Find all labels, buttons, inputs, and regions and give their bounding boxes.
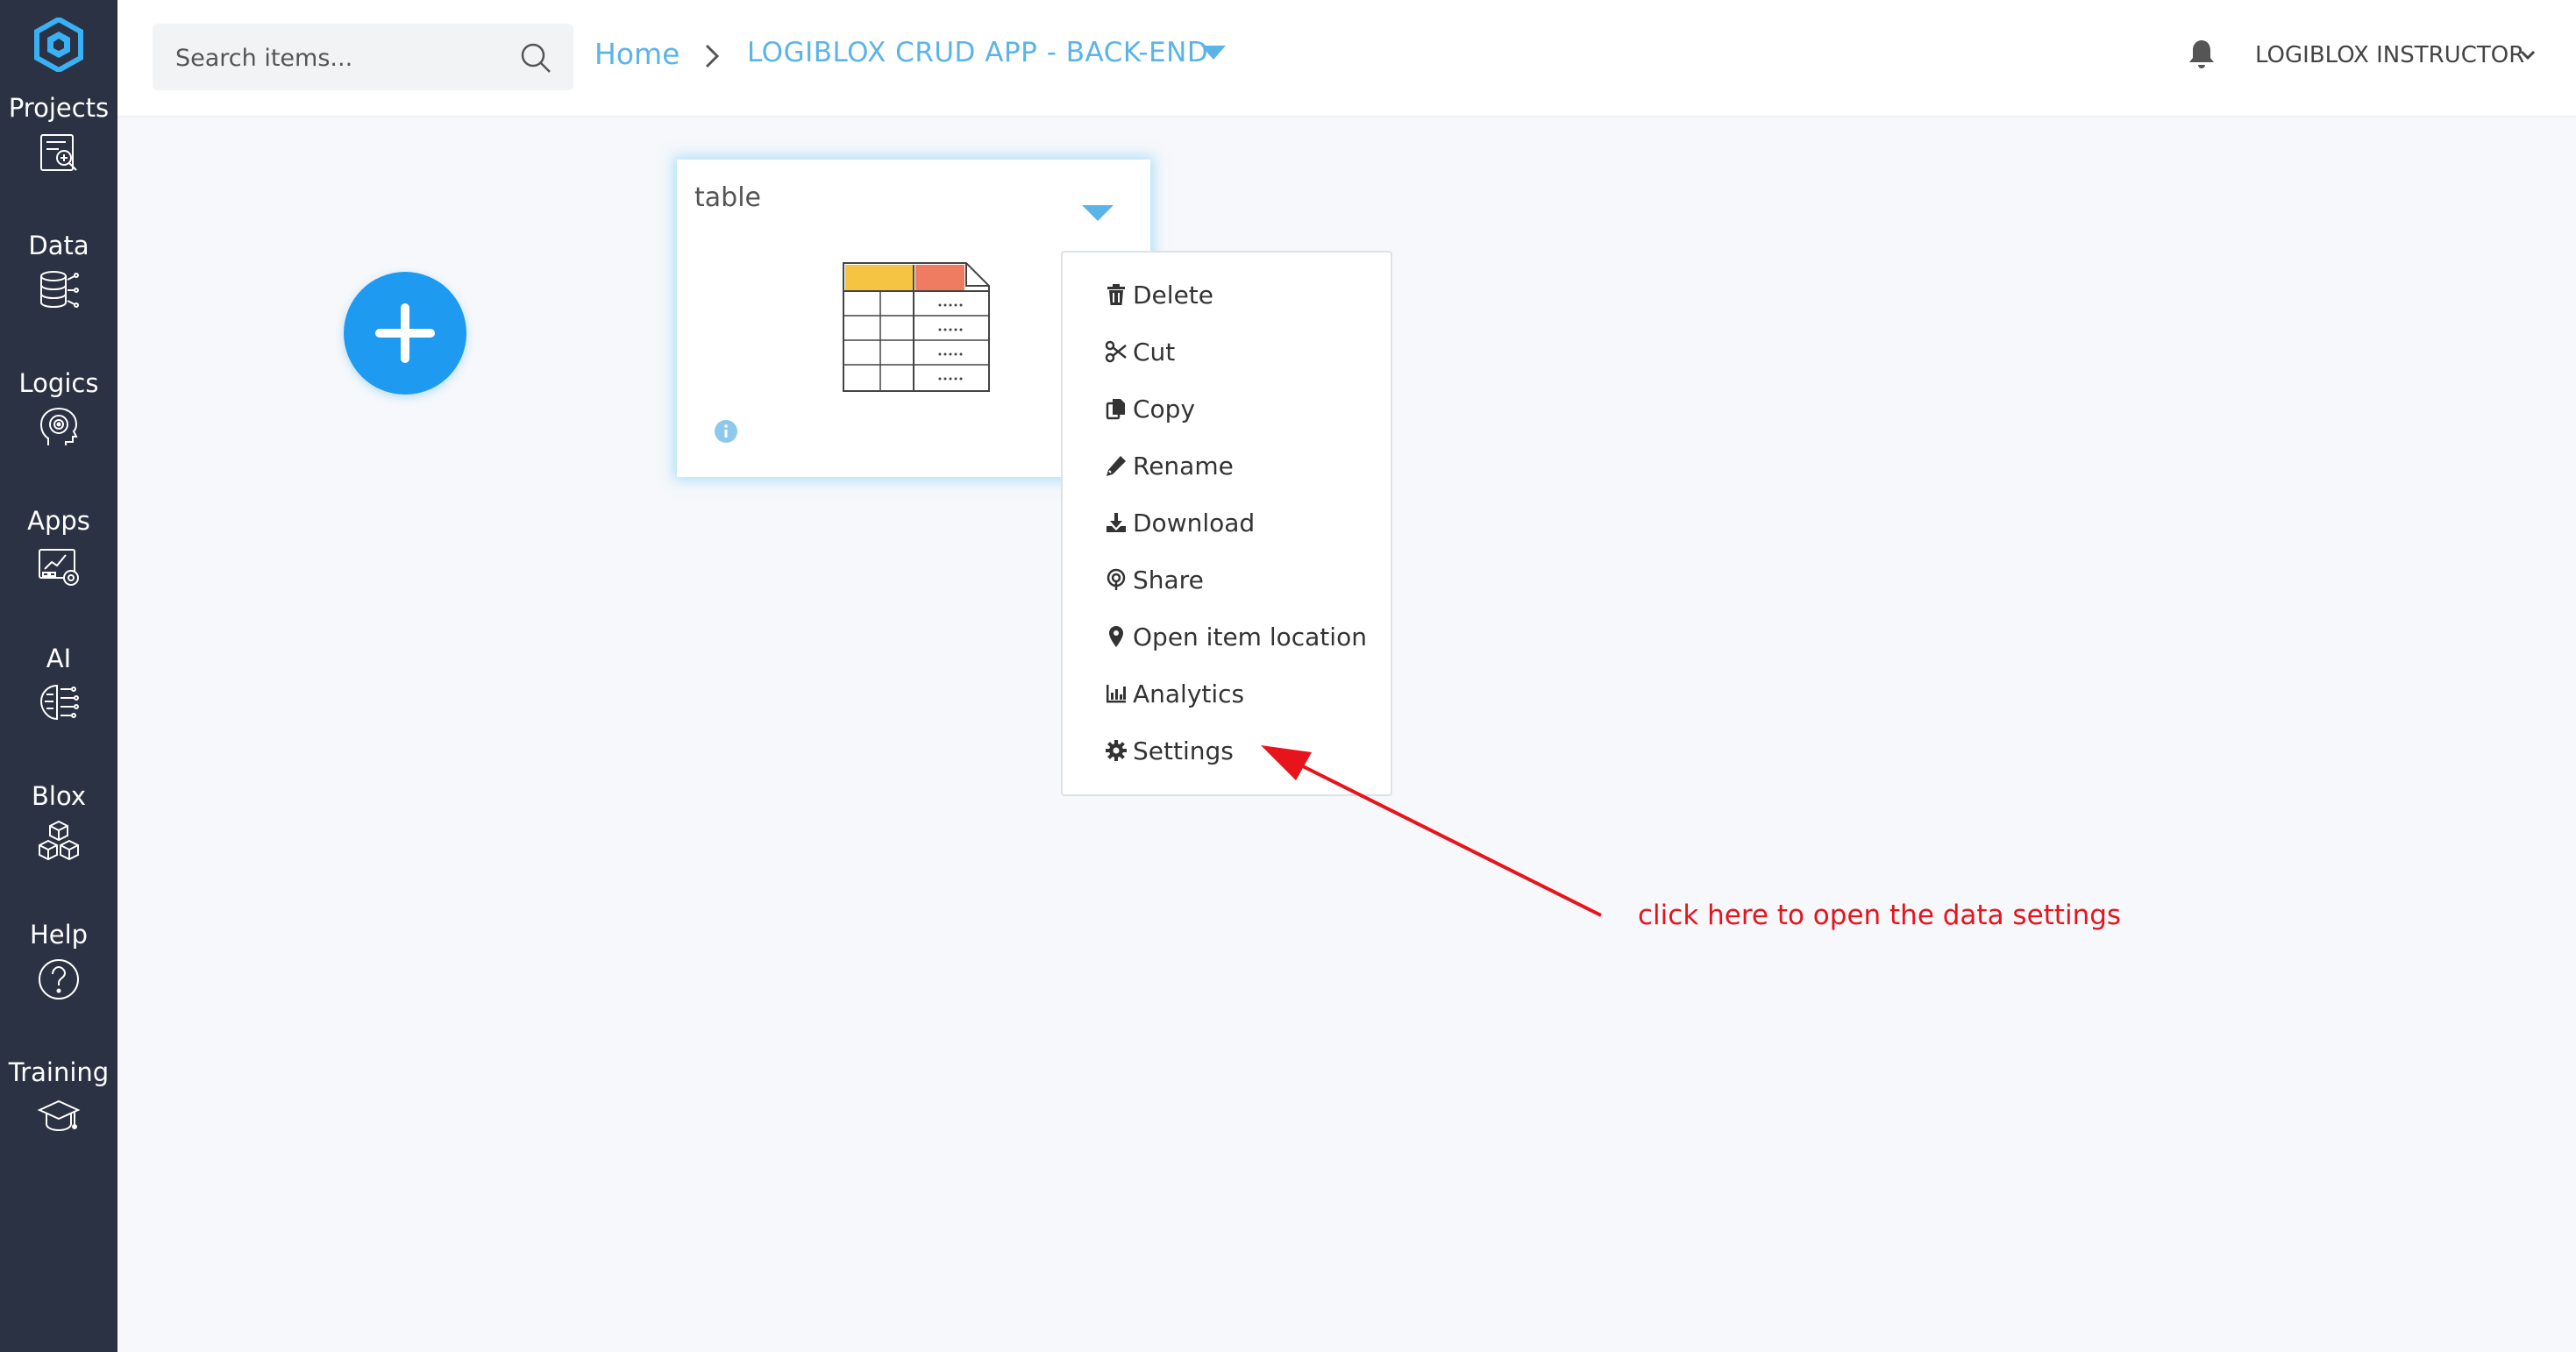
sidebar-item-label: Blox [32, 781, 86, 811]
cubes-icon [39, 820, 79, 861]
scissors-icon [1105, 340, 1127, 363]
menu-item-label: Share [1133, 565, 1204, 594]
projects-icon [40, 134, 77, 171]
menu-item-label: Delete [1133, 280, 1213, 310]
caret-down-icon[interactable] [1082, 203, 1114, 223]
menu-item-label: Open item location [1133, 622, 1367, 651]
breadcrumb-home[interactable]: Home [594, 37, 680, 71]
sidebar-item-label: Projects [8, 93, 110, 123]
menu-item-delete[interactable]: Delete [1105, 275, 1213, 314]
sidebar-item-logics[interactable]: Logics [0, 368, 117, 451]
sidebar-item-training[interactable]: Training [0, 1057, 117, 1140]
table-icon [843, 262, 990, 392]
sidebar: Projects Data Logics Apps AI Blox Help T… [0, 0, 117, 1352]
search-box[interactable] [153, 24, 573, 90]
question-icon [39, 959, 79, 1000]
bell-icon[interactable] [2188, 39, 2215, 70]
menu-item-settings[interactable]: Settings [1105, 731, 1234, 770]
chart-icon [1107, 685, 1126, 703]
map-pin-icon [1109, 626, 1123, 647]
user-menu[interactable]: LOGIBLOX INSTRUCTOR [2255, 42, 2524, 68]
card-title: table [694, 182, 761, 213]
brain-head-icon [39, 407, 78, 445]
menu-item-cut[interactable]: Cut [1105, 332, 1175, 371]
download-icon [1107, 513, 1126, 532]
sidebar-item-data[interactable]: Data [0, 231, 117, 313]
annotation-text: click here to open the data settings [1638, 900, 2122, 931]
breadcrumb-project[interactable]: LOGIBLOX CRUD APP - BACK-END [747, 37, 1208, 68]
menu-item-share[interactable]: Share [1105, 560, 1204, 599]
sidebar-item-label: Apps [27, 506, 90, 536]
plus-icon [375, 303, 435, 363]
chevron-down-icon[interactable] [2520, 49, 2536, 61]
menu-item-label: Analytics [1133, 679, 1245, 708]
chevron-right-icon [705, 44, 720, 68]
menu-item-rename[interactable]: Rename [1105, 446, 1234, 485]
search-input[interactable] [174, 39, 510, 76]
menu-item-label: Rename [1133, 451, 1234, 480]
menu-item-download[interactable]: Download [1105, 503, 1255, 542]
sidebar-item-projects[interactable]: Projects [0, 93, 117, 175]
trash-icon [1107, 284, 1125, 305]
sidebar-item-ai[interactable]: AI [0, 644, 117, 726]
graduation-cap-icon [37, 1099, 81, 1132]
gear-icon [1106, 740, 1127, 761]
sidebar-item-apps[interactable]: Apps [0, 506, 117, 588]
add-item-button[interactable] [344, 272, 466, 395]
sidebar-item-label: Training [8, 1057, 110, 1087]
share-icon [1107, 568, 1126, 590]
caret-down-icon[interactable] [1201, 44, 1226, 61]
sidebar-item-label: AI [46, 644, 72, 673]
menu-item-analytics[interactable]: Analytics [1105, 674, 1244, 713]
pencil-icon [1107, 456, 1126, 476]
menu-item-label: Download [1133, 508, 1256, 537]
top-bar: Home LOGIBLOX CRUD APP - BACK-END LOGIBL… [117, 0, 2576, 116]
apps-dashboard-icon [39, 549, 79, 586]
logiblox-logo[interactable] [33, 18, 84, 72]
context-menu: Delete Cut Copy Rename Download Share Op… [1061, 251, 1392, 796]
sidebar-item-label: Data [28, 231, 89, 260]
sidebar-item-help[interactable]: Help [0, 920, 117, 1002]
sidebar-item-blox[interactable]: Blox [0, 781, 117, 864]
ai-chip-icon [39, 684, 79, 721]
menu-item-label: Cut [1133, 337, 1176, 366]
info-icon[interactable] [714, 419, 738, 444]
search-icon[interactable] [519, 41, 552, 75]
menu-item-copy[interactable]: Copy [1105, 389, 1195, 428]
sidebar-item-label: Logics [18, 368, 99, 398]
annotation-arrow [1261, 745, 1602, 917]
copy-icon [1106, 399, 1125, 420]
menu-item-open-location[interactable]: Open item location [1105, 617, 1367, 656]
menu-item-label: Copy [1133, 394, 1196, 423]
sidebar-item-label: Help [29, 920, 89, 950]
database-icon [40, 271, 79, 309]
menu-item-label: Settings [1133, 736, 1234, 765]
